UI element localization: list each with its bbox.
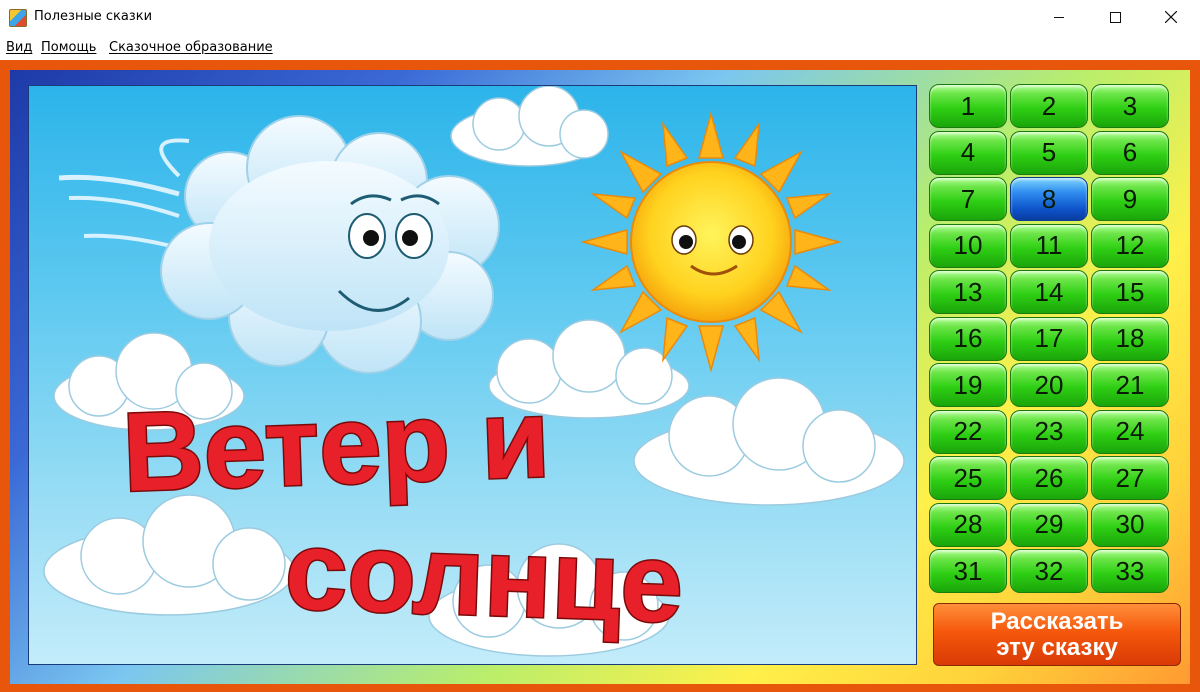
story-button-20[interactable]: 20 [1010, 363, 1088, 407]
close-button[interactable] [1148, 0, 1194, 34]
menu-view-accesskey: В [6, 40, 15, 55]
menu-fairytale-label: казочное образование [118, 40, 273, 55]
story-button-14[interactable]: 14 [1010, 270, 1088, 314]
minimize-icon [1054, 16, 1064, 18]
wind-cloud-character [58, 115, 500, 374]
story-button-8[interactable]: 8 [1010, 177, 1088, 221]
menu-help-label: омощь [50, 40, 97, 55]
story-button-31[interactable]: 31 [929, 549, 1007, 593]
story-button-33[interactable]: 33 [1091, 549, 1169, 593]
story-button-13[interactable]: 13 [929, 270, 1007, 314]
story-button-24[interactable]: 24 [1091, 409, 1169, 454]
maximize-button[interactable] [1092, 0, 1138, 34]
story-button-29[interactable]: 29 [1010, 502, 1088, 547]
story-title-line-2: солнце [283, 507, 685, 646]
menu-view-label: ид [14, 40, 33, 55]
story-button-25[interactable]: 25 [929, 456, 1007, 500]
story-button-27[interactable]: 27 [1091, 456, 1169, 500]
story-button-10[interactable]: 10 [929, 223, 1007, 268]
story-button-1[interactable]: 1 [929, 84, 1007, 128]
story-button-26[interactable]: 26 [1010, 456, 1088, 500]
story-button-9[interactable]: 9 [1091, 177, 1169, 221]
story-button-32[interactable]: 32 [1010, 549, 1088, 593]
story-button-28[interactable]: 28 [929, 502, 1007, 547]
story-button-6[interactable]: 6 [1091, 130, 1169, 175]
maximize-icon [1109, 11, 1121, 23]
story-button-23[interactable]: 23 [1010, 409, 1088, 454]
tell-story-button[interactable]: Рассказать эту сказку [933, 603, 1181, 666]
minimize-button[interactable] [1036, 0, 1082, 34]
story-button-5[interactable]: 5 [1010, 130, 1088, 175]
window-title: Полезные сказки [34, 9, 153, 24]
tell-story-line-2: эту сказку [996, 633, 1118, 661]
sun-character [580, 111, 842, 373]
close-icon [1165, 11, 1177, 23]
story-illustration: Ветер и солнце [28, 85, 917, 665]
menu-view[interactable]: Вид [6, 40, 32, 55]
menu-help[interactable]: Помощь [41, 40, 96, 55]
story-button-11[interactable]: 11 [1010, 223, 1088, 268]
scene-artwork: Ветер и солнце [43, 86, 905, 657]
story-button-15[interactable]: 15 [1091, 270, 1169, 314]
story-button-12[interactable]: 12 [1091, 223, 1169, 268]
story-button-3[interactable]: 3 [1091, 84, 1169, 128]
story-button-7[interactable]: 7 [929, 177, 1007, 221]
story-button-22[interactable]: 22 [929, 409, 1007, 454]
app-icon [9, 9, 27, 27]
story-button-18[interactable]: 18 [1091, 316, 1169, 361]
story-button-30[interactable]: 30 [1091, 502, 1169, 547]
story-button-2[interactable]: 2 [1010, 84, 1088, 128]
tell-story-line-1: Рассказать [990, 607, 1124, 635]
menu-fairytale-accesskey: С [109, 40, 119, 55]
story-button-17[interactable]: 17 [1010, 316, 1088, 361]
story-button-19[interactable]: 19 [929, 363, 1007, 407]
small-cloud-top [450, 86, 609, 167]
menu-help-accesskey: П [41, 40, 51, 55]
menu-bar: Вид Помощь Сказочное образование [0, 36, 1200, 60]
title-bar: Полезные сказки [0, 0, 1200, 36]
story-button-16[interactable]: 16 [929, 316, 1007, 361]
story-button-21[interactable]: 21 [1091, 363, 1169, 407]
story-title-line-1: Ветер и [120, 375, 551, 515]
story-button-4[interactable]: 4 [929, 130, 1007, 175]
menu-fairytale-education[interactable]: Сказочное образование [109, 40, 273, 55]
